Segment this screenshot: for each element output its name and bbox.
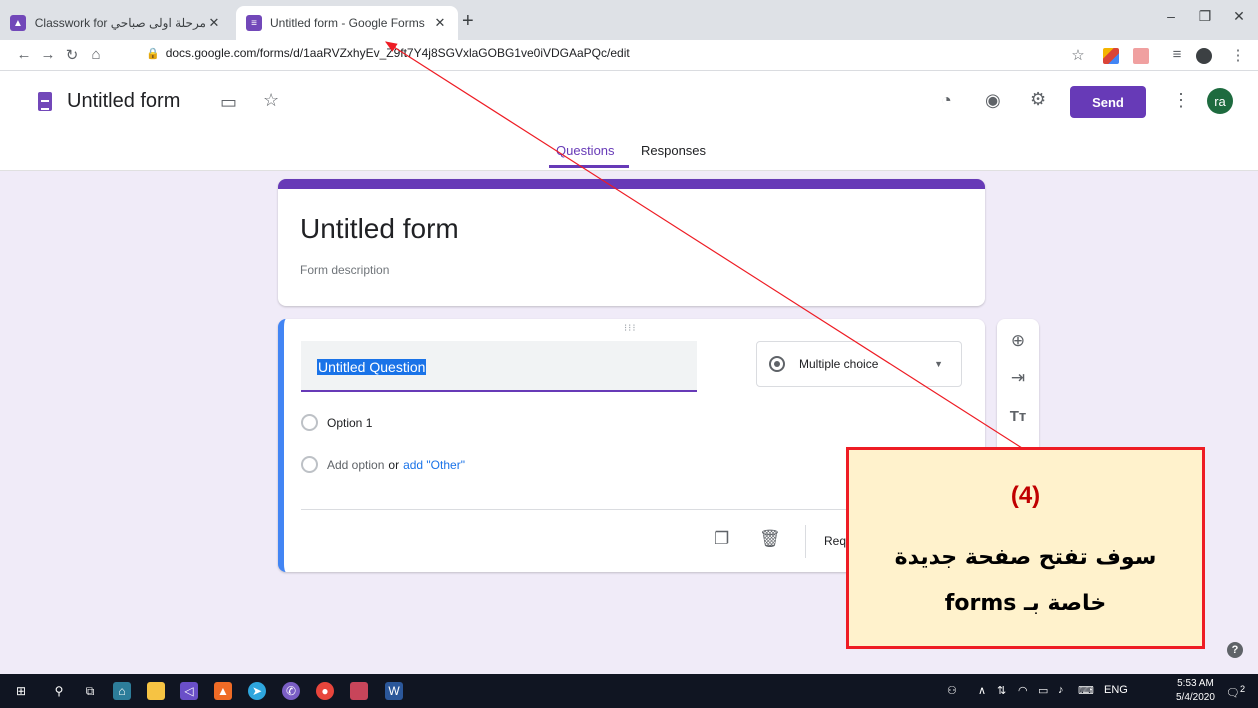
send-button[interactable]: Send (1070, 86, 1146, 118)
settings-gear-icon[interactable]: ⚙ (1030, 89, 1046, 110)
wifi-icon[interactable]: ◠ (1018, 684, 1028, 697)
file-explorer-icon[interactable] (147, 682, 165, 700)
required-toggle-label[interactable]: Req (824, 534, 846, 548)
reload-icon[interactable]: ↻ (62, 46, 82, 64)
notification-count: 2 (1239, 684, 1246, 694)
clock-date: 5/4/2020 (1176, 692, 1215, 703)
add-title-icon[interactable]: Tт (997, 408, 1039, 425)
restore-button[interactable]: ❐ (1190, 8, 1220, 25)
address-bar-row: ← → ↻ ⌂ 🔒 docs.google.com/forms/d/1aaRVZx… (0, 40, 1258, 71)
browser-menu-icon[interactable]: ⋮ (1228, 46, 1248, 64)
more-options-icon[interactable]: ⋮ (1172, 90, 1190, 111)
app-icon[interactable] (350, 682, 368, 700)
tab-responses[interactable]: Responses (641, 143, 706, 158)
tray-expand-icon[interactable]: ∧ (978, 684, 986, 697)
lock-icon: 🔒 (146, 48, 160, 60)
language-indicator[interactable]: ENG (1104, 684, 1128, 696)
windows-taskbar: ⊞ ⚲ ⧉ ⌂ ◁ ▲ ➤ ✆ ● W ⚇ ∧ ⇅ ◠ ▭ ♪ ⌨ ENG 5:… (0, 674, 1258, 708)
question-type-dropdown[interactable]: Multiple choice ▼ (756, 341, 962, 387)
annotation-line-1: سوف تفتح صفحة جديدة (894, 545, 1157, 570)
duplicate-icon[interactable]: ❐ (714, 529, 729, 549)
option-row[interactable]: Option 1 (301, 414, 372, 431)
annotation-callout: (4) سوف تفتح صفحة جديدة خاصة بـ forms (846, 447, 1205, 649)
import-questions-icon[interactable]: ⇥ (997, 368, 1039, 388)
minimize-button[interactable]: – (1156, 8, 1186, 24)
back-arrow-icon[interactable]: ← (14, 46, 34, 63)
word-icon[interactable]: W (385, 682, 403, 700)
tab-google-forms[interactable]: ≡ Untitled form - Google Forms ✕ (236, 6, 458, 40)
add-other-link[interactable]: add "Other" (403, 458, 465, 472)
bookmark-star-icon[interactable]: ☆ (1068, 46, 1088, 64)
extension-icon[interactable] (1103, 48, 1119, 64)
system-clock[interactable]: 5:53 AM 5/4/2020 (1176, 677, 1215, 705)
chrome-icon[interactable]: ● (316, 682, 334, 700)
tab-classwork[interactable]: ▲ مرحلة اولى صباحي Classwork for ✕ (0, 6, 232, 40)
question-title-text: Untitled Question (317, 359, 427, 375)
task-view-icon[interactable]: ⧉ (81, 682, 99, 700)
pdf-extension-icon[interactable] (1133, 48, 1149, 64)
form-description-input[interactable]: Form description (300, 263, 389, 277)
matlab-icon[interactable]: ▲ (214, 682, 232, 700)
reading-list-icon[interactable]: ≡ (1167, 46, 1187, 63)
side-toolbar: ⊕ ⇥ Tт ▬ (997, 319, 1039, 460)
step-number: (4) (1010, 482, 1041, 509)
forms-favicon-icon: ≡ (246, 15, 262, 31)
delete-trash-icon[interactable]: 🗑 (759, 529, 781, 549)
annotation-line-2: خاصة بـ forms (944, 591, 1107, 616)
tab-close-icon[interactable]: ✕ (206, 15, 222, 31)
preview-eye-icon[interactable]: ◉ (985, 90, 1001, 111)
radio-circle-icon (301, 456, 318, 473)
tab-title: Untitled form - Google Forms (270, 16, 425, 30)
form-title-card: Untitled form Form description (278, 179, 985, 306)
volume-icon[interactable]: ♪ (1058, 684, 1064, 696)
avatar[interactable]: ra (1207, 88, 1233, 114)
palette-icon[interactable]: ◔ (941, 90, 952, 111)
visual-studio-icon[interactable]: ◁ (180, 682, 198, 700)
help-icon[interactable]: ? (1227, 642, 1243, 658)
question-title-input[interactable]: Untitled Question (301, 341, 697, 392)
profile-avatar-icon[interactable] (1196, 48, 1212, 64)
url-field[interactable]: 🔒 docs.google.com/forms/d/1aaRVZxhyEv_Z9f… (146, 46, 630, 60)
folder-icon[interactable]: ▭ (220, 92, 237, 113)
annotation-text: سوف تفتح صفحة جديدة خاصة بـ forms (849, 535, 1202, 627)
drag-handle-icon[interactable]: ⁝⁝⁝ (624, 323, 637, 334)
tab-close-icon[interactable]: ✕ (432, 15, 448, 31)
dropdown-arrow-icon: ▼ (934, 359, 943, 369)
add-option-link[interactable]: Add option (327, 458, 384, 472)
forward-arrow-icon[interactable]: → (38, 46, 58, 63)
form-name[interactable]: Untitled form (67, 90, 180, 113)
radio-circle-icon (301, 414, 318, 431)
radio-button-icon (769, 356, 785, 372)
home-icon[interactable]: ⌂ (86, 46, 106, 63)
add-option-row: Add option or add "Other" (301, 456, 465, 473)
viber-icon[interactable]: ✆ (282, 682, 300, 700)
search-icon[interactable]: ⚲ (50, 682, 68, 700)
browser-tab-strip: ▲ مرحلة اولى صباحي Classwork for ✕ ≡ Unt… (0, 0, 1258, 40)
telegram-icon[interactable]: ➤ (248, 682, 266, 700)
star-icon[interactable]: ☆ (263, 90, 279, 111)
option-label[interactable]: Option 1 (327, 416, 372, 430)
network-icon[interactable]: ⇅ (997, 684, 1006, 697)
classroom-favicon-icon: ▲ (10, 15, 26, 31)
url-text: docs.google.com/forms/d/1aaRVZxhyEv_Z9ft… (165, 46, 630, 60)
active-tab-indicator (549, 165, 629, 168)
forms-logo-icon (38, 92, 52, 111)
footer-divider (805, 525, 806, 558)
add-question-icon[interactable]: ⊕ (997, 331, 1039, 351)
new-tab-button[interactable]: + (462, 10, 474, 33)
forms-header: Untitled form ▭ ☆ ◔ ◉ ⚙ Send ⋮ ra Questi… (0, 71, 1258, 171)
people-icon[interactable]: ⚇ (947, 684, 957, 697)
windows-start-icon[interactable]: ⊞ (12, 682, 30, 700)
battery-icon[interactable]: ▭ (1038, 684, 1048, 697)
or-text: or (388, 457, 400, 472)
tab-questions[interactable]: Questions (556, 143, 615, 158)
notification-center-icon[interactable]: 🗨2 (1226, 684, 1245, 700)
window-close-button[interactable]: ✕ (1224, 8, 1254, 25)
keyboard-icon[interactable]: ⌨ (1078, 684, 1094, 697)
store-icon[interactable]: ⌂ (113, 682, 131, 700)
tab-title: مرحلة اولى صباحي Classwork for (34, 16, 206, 30)
form-title-input[interactable]: Untitled form (300, 213, 459, 245)
question-type-label: Multiple choice (799, 357, 879, 371)
clock-time: 5:53 AM (1177, 678, 1214, 689)
